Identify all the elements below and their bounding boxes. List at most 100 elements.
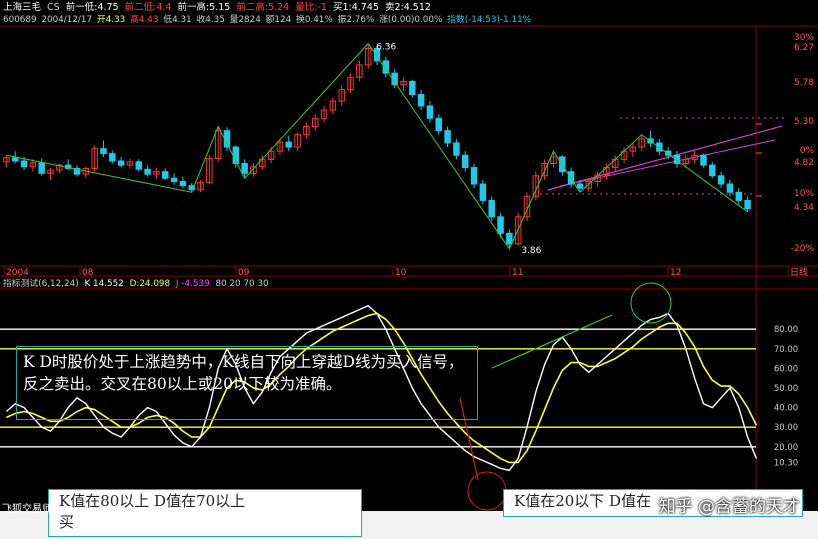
kd-header: 指标测试(6,12,24) K 14.552 D:24.098 J -4.539… (3, 278, 269, 290)
candle-body (744, 199, 751, 210)
date-axis-label: 09 (238, 268, 250, 278)
code-tag: CS (47, 2, 60, 13)
candle-body (479, 183, 487, 201)
turnover-value: 换0.41% (296, 15, 333, 25)
amplitude-value: 振2.76% (337, 15, 375, 25)
price-axis-label: 4.34 (794, 203, 814, 213)
candle-body (241, 162, 248, 174)
price-axis-label: 5.78 (794, 78, 814, 88)
candle-body (576, 183, 584, 189)
date-axis-label: 11 (512, 268, 523, 278)
kd-axis-label: 30.00 (774, 423, 798, 433)
annotation-box: K D时股价处于上涨趋势中，K线自下向上穿越D线为买入信号，反之卖出。交叉在80… (16, 346, 478, 420)
trend-line (547, 125, 783, 191)
open-value: 开4.33 (96, 15, 126, 25)
date-axis-label: 10 (395, 268, 407, 278)
candle-body (506, 232, 513, 245)
candle-body (709, 164, 716, 177)
candle-body (453, 142, 460, 156)
price-high-mark: 6.36 (376, 43, 396, 53)
bottom-right-text: K值在20以下 D值在 (514, 492, 652, 510)
candle-body (470, 167, 478, 185)
zigzag-line (6, 42, 748, 250)
chart-svg: 30%6.27 5.78 5.30 0% 4.82 10% 4.34 -20% 2004 08 09… (0, 25, 818, 539)
kd-title: 指标测试(6,12,24) (3, 279, 79, 289)
candle-body (700, 154, 707, 166)
candle-body (162, 171, 169, 179)
kd-axis-label: 70.00 (774, 345, 798, 355)
candle-body (717, 175, 725, 185)
candle-body (409, 80, 416, 96)
kd-d-value: D:24.098 (129, 279, 171, 289)
candle-body (170, 177, 178, 183)
close-value: 收4.35 (196, 15, 225, 25)
header-row-1: 上海三毛 CS 前一低:4.75 前二低:4.4 前一高:5.15 前二高:5.… (3, 2, 431, 14)
vol-ratio: 量比:-1 (295, 2, 327, 13)
change-value: 涨(0.00)0.00% (379, 15, 443, 25)
candle-body (100, 148, 107, 155)
buy-arrow (491, 314, 613, 369)
watermark: 知乎 @含蓄的天才 (658, 497, 800, 517)
stock-name: 上海三毛 (3, 2, 42, 13)
index-value: 指数(-14.53)-1.11% (447, 15, 532, 25)
volume-value: 量2824 (229, 15, 261, 25)
candle-body (426, 105, 434, 119)
price-axis-label: 0% (800, 146, 815, 156)
high-value: 高4.43 (130, 15, 159, 25)
bottom-left-box: K值在80以上 D值在70以上 买 (48, 489, 362, 537)
date-axis-label: 2004 (6, 268, 29, 278)
prev-high1: 前一高:5.15 (177, 2, 231, 13)
low-value: 低4.31 (163, 15, 192, 25)
date-axis-label: 日线 (790, 266, 808, 278)
price-axis-label: 4.82 (794, 158, 814, 168)
ask1: 卖2:4.512 (384, 2, 431, 13)
candle-body (726, 183, 734, 193)
kd-axis-label: 60.00 (774, 364, 798, 374)
row2-date: 2004/12/17 (41, 15, 93, 25)
candle-body (488, 199, 495, 218)
candle-body (38, 162, 45, 174)
kd-axis-label: 10.30 (774, 458, 798, 468)
candle-body (12, 157, 19, 162)
oversold-circle (467, 471, 507, 511)
kd-axis-label: 50.00 (774, 384, 798, 394)
kd-levels: 80 20 70 30 (215, 279, 269, 289)
row2-code: 600689 (3, 15, 37, 25)
candle-body (285, 141, 293, 148)
candle-body (144, 168, 151, 175)
price-axis-label: 30% (794, 33, 814, 43)
price-axis-label: 5.30 (794, 117, 814, 127)
kd-axis-label: 40.00 (774, 404, 798, 414)
kd-axis-label: 80.00 (774, 325, 798, 335)
candle-body (497, 216, 504, 234)
price-axis-label: -20% (791, 244, 815, 254)
amount-value: 额124 (265, 15, 292, 25)
prev-high2: 前二高:5.24 (236, 2, 290, 13)
candle-body (735, 191, 743, 201)
candle-body (444, 130, 451, 144)
candle-body (179, 181, 187, 187)
date-axis-label: 12 (670, 268, 681, 278)
prev-low1: 前一低:4.75 (65, 2, 119, 13)
candle-body (117, 160, 125, 166)
candle-body (462, 154, 469, 169)
bid1: 买1:4.745 (332, 2, 379, 13)
candle-body (20, 160, 28, 168)
header-row-2: 600689 2004/12/17 开4.33 高4.43 低4.31 收4.3… (3, 14, 531, 26)
brand-label: 飞狐交易师 (2, 504, 52, 515)
candle-body (135, 161, 143, 170)
chart-stage: 30% 6.27 5.78 5.30 0% 4.82 10% 4.34 -20% 2004 08 09… (0, 0, 818, 539)
trend-line (559, 139, 776, 187)
bottom-left-text2: 买 (59, 513, 75, 531)
kd-axis-label: 20.00 (774, 443, 798, 453)
price-axis-label: 10% (794, 189, 814, 199)
candle-body (435, 117, 443, 132)
bottom-left-text: K值在80以上 D值在70以上 (59, 492, 246, 510)
kd-j-value: J -4.539 (175, 279, 210, 289)
price-axis-label: 6.27 (794, 43, 814, 53)
price-low-mark: 3.86 (521, 246, 541, 256)
date-axis-label: 08 (82, 268, 94, 278)
kd-k-value: K 14.552 (84, 279, 124, 289)
prev-low2: 前二低:4.4 (124, 2, 172, 13)
candle-body (109, 153, 116, 162)
